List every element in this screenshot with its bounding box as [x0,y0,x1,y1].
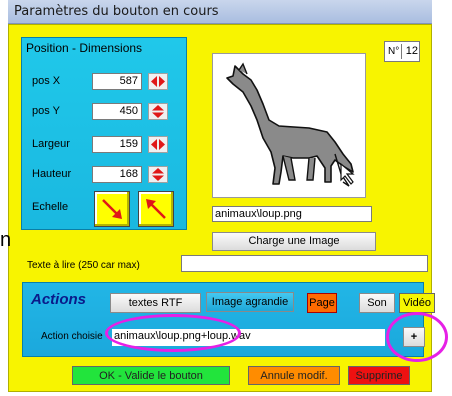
left-right-arrows-icon [151,76,165,87]
cancel-changes-button[interactable]: Annule modif. [248,366,340,385]
video-button[interactable]: Vidéo [399,293,435,313]
wolf-howling-icon [226,62,355,187]
pos-x-label: pos X [32,75,61,87]
ok-validate-button[interactable]: OK - Valide le bouton [72,366,230,385]
actions-title: Actions [31,291,87,308]
pos-x-field[interactable]: 587 [92,73,142,90]
up-down-arrows-icon [152,168,164,181]
pos-y-label: pos Y [32,105,60,117]
width-arrows-button[interactable] [148,136,168,153]
height-field[interactable]: 168 [92,166,142,183]
number-label: N° [388,46,400,57]
height-label: Hauteur [32,168,72,180]
width-label: Largeur [32,138,70,150]
position-group-header: Position - Dimensions [26,41,143,55]
arrow-up-left-icon [146,199,166,219]
echelle-label: Echelle [32,201,69,213]
scale-up-button[interactable] [138,191,174,227]
chosen-action-label: Action choisie [41,331,103,342]
left-right-arrows-icon [151,139,165,150]
image-path-field[interactable]: animaux\loup.png [212,206,372,222]
text-to-read-field[interactable] [181,255,428,272]
button-number-box: N° 12 [384,41,420,62]
page-button[interactable]: Page [307,293,337,313]
pos-y-arrows-button[interactable] [148,103,168,120]
position-dimensions-group: Position - Dimensions pos X 587 pos Y 45… [21,37,187,230]
window-title: Paramètres du bouton en cours [14,4,219,19]
pos-x-arrows-button[interactable] [148,73,168,90]
up-down-arrows-icon [152,105,164,118]
highlight-ellipse-button [386,312,448,362]
sound-button[interactable]: Son [359,293,395,313]
rtf-texts-button[interactable]: textes RTF [110,293,201,313]
pos-y-field[interactable]: 450 [92,103,142,120]
text-to-read-label: Texte à lire (250 car max) [27,260,140,271]
load-image-button[interactable]: Charge une Image [212,232,376,251]
number-value: 12 [401,44,418,59]
arrow-down-right-icon [102,199,122,219]
highlight-ellipse-action [105,314,241,352]
width-field[interactable]: 159 [92,136,142,153]
enlarged-image-button[interactable]: Image agrandie [206,292,294,312]
window-title-bar: Paramètres du bouton en cours [8,0,432,24]
height-arrows-button[interactable] [148,166,168,183]
delete-button[interactable]: Supprime [348,366,410,385]
image-preview [212,53,366,198]
scale-down-button[interactable] [94,191,130,227]
clipped-letter: n [0,229,12,251]
